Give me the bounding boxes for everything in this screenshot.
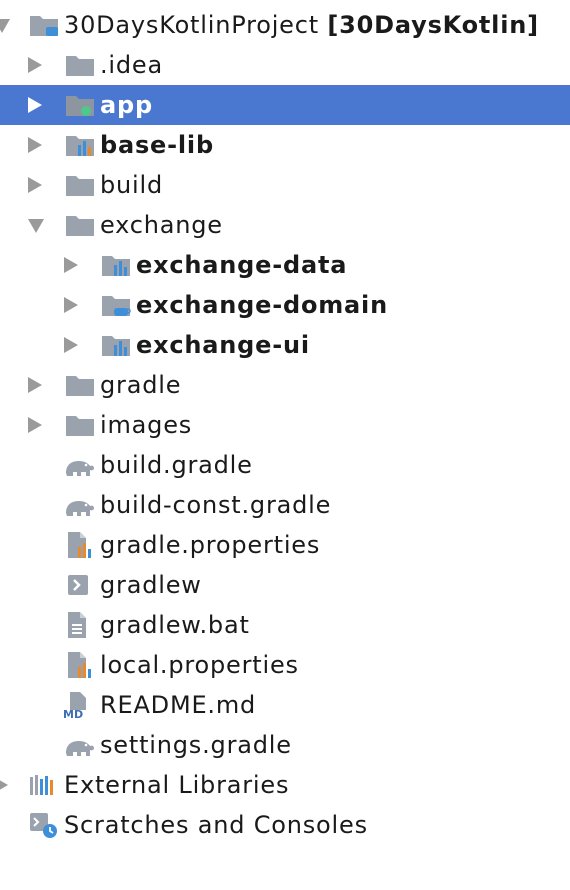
properties-file-icon [64, 651, 96, 679]
properties-file-icon [64, 531, 96, 559]
tree-row-label: gradle.properties [100, 531, 321, 559]
module-folder-icon [64, 91, 96, 119]
gradle-elephant-icon [62, 731, 94, 759]
expand-arrow-icon[interactable] [64, 297, 78, 313]
expand-arrow-icon[interactable] [28, 137, 42, 153]
tree-row-scratches[interactable]: Scratches and Consoles [0, 805, 570, 845]
expand-arrow-icon[interactable] [28, 417, 42, 433]
folder-icon [64, 371, 96, 399]
shell-script-icon [64, 571, 96, 599]
tree-row-exchange-domain[interactable]: exchange-domain [0, 285, 570, 325]
tree-row-label: README.md [100, 691, 257, 719]
tree-row-label: Scratches and Consoles [64, 811, 368, 839]
tree-row-gradle[interactable]: gradle [0, 365, 570, 405]
module-name-badge: [30DaysKotlin] [327, 11, 539, 39]
expand-arrow-icon[interactable] [28, 377, 42, 393]
tree-row-label: gradlew [100, 571, 202, 599]
expand-arrow-icon[interactable] [64, 337, 78, 353]
gradle-elephant-icon [62, 491, 94, 519]
tree-row-external-libraries[interactable]: External Libraries [0, 765, 570, 805]
tree-row-app[interactable]: app [0, 85, 570, 125]
tree-row-label: gradle [100, 371, 182, 399]
collapse-arrow-icon[interactable] [28, 219, 44, 233]
tree-row-label: images [100, 411, 193, 439]
folder-icon [64, 211, 96, 239]
tree-row-images[interactable]: images [0, 405, 570, 445]
expand-arrow-icon[interactable] [28, 177, 42, 193]
project-tree: 30DaysKotlinProject [30DaysKotlin] .idea… [0, 5, 570, 845]
tree-row-exchange-data[interactable]: exchange-data [0, 245, 570, 285]
tree-row-build-const-gradle[interactable]: build-const.gradle [0, 485, 570, 525]
tree-row-label: build [100, 171, 164, 199]
tree-row-root[interactable]: 30DaysKotlinProject [30DaysKotlin] [0, 5, 570, 45]
markdown-file-icon: MD [62, 691, 94, 721]
expand-arrow-icon[interactable] [0, 777, 8, 793]
tree-row-gradle-properties[interactable]: gradle.properties [0, 525, 570, 565]
tree-row-gradlew-bat[interactable]: gradlew.bat [0, 605, 570, 645]
library-module-icon [100, 251, 132, 279]
folder-icon [64, 171, 96, 199]
scratches-icon [28, 811, 60, 839]
tree-row-exchange-ui[interactable]: exchange-ui [0, 325, 570, 365]
md-badge: MD [63, 708, 83, 719]
gradle-elephant-icon [62, 451, 94, 479]
tree-row-root-label: 30DaysKotlinProject [30DaysKotlin] [64, 11, 539, 39]
tree-row-label: build-const.gradle [100, 491, 332, 519]
module-folder-icon [28, 11, 60, 39]
tree-row-label: base-lib [100, 131, 214, 159]
tree-row-label: app [100, 91, 153, 119]
expand-arrow-icon[interactable] [28, 97, 42, 113]
tree-row-settings-gradle[interactable]: settings.gradle [0, 725, 570, 765]
folder-icon [64, 51, 96, 79]
tree-row-base-lib[interactable]: base-lib [0, 125, 570, 165]
folder-icon [64, 411, 96, 439]
library-module-icon [64, 131, 96, 159]
expand-arrow-icon[interactable] [0, 19, 10, 33]
tree-row-label: build.gradle [100, 451, 253, 479]
library-module-icon [100, 331, 132, 359]
tree-row-label: exchange [100, 211, 223, 239]
tree-row-label: settings.gradle [100, 731, 292, 759]
expand-arrow-icon[interactable] [28, 57, 42, 73]
tree-row-label: exchange-domain [136, 291, 388, 319]
tree-row-exchange[interactable]: exchange [0, 205, 570, 245]
tree-row-label: External Libraries [64, 771, 290, 799]
tree-row-build[interactable]: build [0, 165, 570, 205]
tree-row-label: local.properties [100, 651, 299, 679]
tree-row-label: .idea [100, 51, 164, 79]
tree-row-idea[interactable]: .idea [0, 45, 570, 85]
tree-row-readme[interactable]: MD README.md [0, 685, 570, 725]
tree-row-gradlew[interactable]: gradlew [0, 565, 570, 605]
tree-row-label: gradlew.bat [100, 611, 250, 639]
tree-row-label: exchange-ui [136, 331, 310, 359]
text-file-icon [64, 611, 96, 639]
module-folder-icon [100, 291, 132, 319]
tree-row-label: exchange-data [136, 251, 348, 279]
tree-row-build-gradle[interactable]: build.gradle [0, 445, 570, 485]
expand-arrow-icon[interactable] [64, 257, 78, 273]
tree-row-local-properties[interactable]: local.properties [0, 645, 570, 685]
libraries-icon [28, 771, 60, 799]
